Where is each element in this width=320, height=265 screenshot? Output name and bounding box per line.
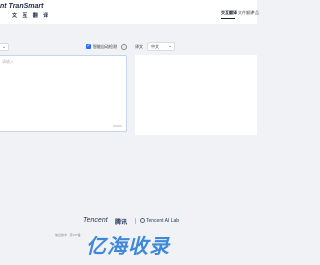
auto-detect-checkbox[interactable]: ✓ [86, 43, 91, 49]
chevron-down-icon: ⌄ [2, 44, 7, 50]
footer-divider [135, 218, 136, 224]
source-text-input[interactable]: 请输入 0/5000 [0, 55, 127, 132]
source-placeholder: 请输入 [2, 59, 14, 64]
target-language-label: 译文 [135, 44, 143, 49]
info-icon[interactable]: i [121, 43, 127, 50]
tencent-logo-en: Tencent [83, 217, 108, 224]
top-header: nt TranSmart 文 互 翻 译 交互翻译 文件翻译 产品 [0, 0, 259, 24]
target-language-select[interactable]: 中文 ⌄ [147, 42, 175, 51]
chevron-down-icon: ⌄ [167, 43, 172, 49]
translation-output-panel [135, 55, 257, 135]
tencent-logo-cn: 腾讯 [115, 220, 128, 226]
logo-text-cn: 文 互 翻 译 [12, 13, 51, 19]
ai-lab-logo-text: Tencent AI Lab [146, 217, 180, 224]
check-icon: ✓ [86, 43, 91, 49]
nav-products[interactable]: 产品 [251, 10, 259, 16]
nav-active-indicator [221, 18, 235, 19]
auto-detect-label: 智能自动检测 [93, 44, 117, 49]
character-count: 0/5000 [112, 124, 122, 128]
logo-text-en: nt TranSmart [0, 3, 44, 10]
target-language-value: 中文 [151, 44, 159, 49]
translation-toolbar: ⌄ ✓ 智能自动检测 i 译文 中文 ⌄ [0, 41, 257, 53]
watermark-logo: 亿海收录 [86, 236, 170, 258]
nav-interactive-translate[interactable]: 交互翻译 [221, 10, 237, 16]
footer-logos: Tencent 腾讯 Tencent AI Lab [0, 215, 257, 227]
ai-lab-icon [140, 218, 145, 223]
footer-note: 信息技术 · 京ICP备 [55, 233, 81, 237]
source-language-select[interactable]: ⌄ [0, 43, 9, 51]
